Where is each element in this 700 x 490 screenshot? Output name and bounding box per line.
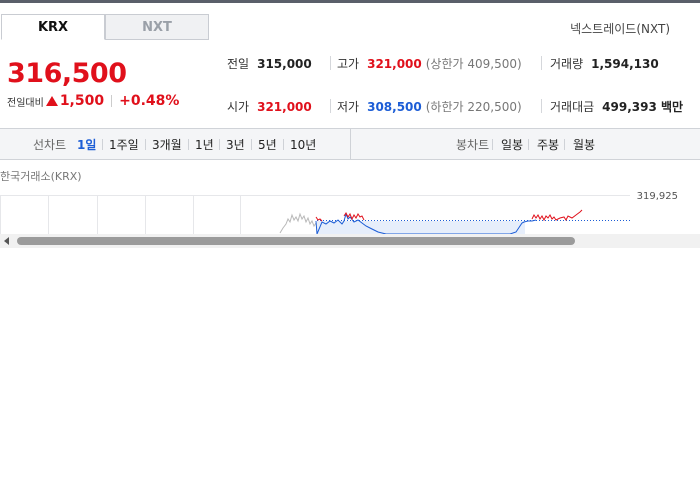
change-divider xyxy=(111,95,113,107)
toolbar-divider xyxy=(283,139,284,150)
stat-value: 315,000 xyxy=(257,57,312,71)
stat-low: 저가 308,500 (하한가 220,500) xyxy=(337,98,522,115)
line-chart-label: 선차트 xyxy=(33,138,67,152)
chart-scrollbar[interactable] xyxy=(0,234,700,248)
toolbar-divider xyxy=(564,139,565,150)
candle-daily[interactable]: 일봉 xyxy=(501,136,523,153)
toolbar-divider xyxy=(188,139,189,150)
stat-volume: 거래량 1,594,130 xyxy=(550,55,659,72)
period-5y[interactable]: 5년 xyxy=(258,136,277,153)
period-3y[interactable]: 3년 xyxy=(226,136,245,153)
period-1d[interactable]: 1일 xyxy=(77,136,96,153)
toolbar-section-divider xyxy=(350,129,351,159)
chart-gridlines xyxy=(0,195,630,234)
stat-label: 저가 xyxy=(337,100,360,114)
candle-monthly[interactable]: 월봉 xyxy=(573,136,595,153)
scroll-left-icon[interactable] xyxy=(4,237,9,245)
nxt-link[interactable]: 넥스트레이드(NXT) xyxy=(570,20,670,37)
stat-sub: (상한가 409,500) xyxy=(425,57,522,71)
stat-value: 1,594,130 xyxy=(591,57,659,71)
period-1y[interactable]: 1년 xyxy=(195,136,214,153)
period-1w[interactable]: 1주일 xyxy=(109,136,139,153)
stat-value: 499,393 백만 xyxy=(602,100,684,114)
stat-high: 고가 321,000 (상한가 409,500) xyxy=(337,55,522,72)
up-arrow-icon xyxy=(45,96,58,106)
stat-divider xyxy=(330,56,331,70)
stat-label: 거래대금 xyxy=(550,100,595,114)
period-10y[interactable]: 10년 xyxy=(290,136,316,153)
stat-open: 시가 321,000 xyxy=(227,98,312,115)
stat-label: 시가 xyxy=(227,100,250,114)
stat-value: 321,000 xyxy=(257,100,312,114)
stat-value: 321,000 xyxy=(367,57,422,71)
period-3m[interactable]: 3개월 xyxy=(152,136,182,153)
toolbar-divider xyxy=(251,139,252,150)
chart-toolbar: 선차트 1일 1주일 3개월 1년 3년 5년 10년 봉차트 일봉 주봉 월봉 xyxy=(0,128,700,160)
toolbar-divider xyxy=(102,139,103,150)
chart-below-fill xyxy=(317,221,525,234)
intraday-chart: 319,925 xyxy=(0,186,700,234)
toolbar-divider xyxy=(492,139,493,150)
change-amount: 1,500 xyxy=(59,93,105,109)
candle-chart-label: 봉차트 xyxy=(456,138,490,152)
y-top-label: 319,925 xyxy=(637,191,678,202)
chart-svg: 319,925 xyxy=(0,191,678,234)
toolbar-divider xyxy=(145,139,146,150)
stat-label: 거래량 xyxy=(550,57,584,71)
change-percent: +0.48% xyxy=(119,93,180,109)
toolbar-divider xyxy=(219,139,220,150)
stat-value: 308,500 xyxy=(367,100,422,114)
tab-nxt[interactable]: NXT xyxy=(105,14,209,40)
current-price: 316,500 xyxy=(7,58,127,89)
stat-divider xyxy=(541,56,542,70)
stat-prev-close: 전일 315,000 xyxy=(227,55,312,72)
stats-panel: 전일 315,000 고가 321,000 (상한가 409,500) 거래량 … xyxy=(209,44,700,128)
chart-caption: 한국거래소(KRX) xyxy=(0,170,82,183)
stat-sub: (하한가 220,500) xyxy=(425,100,522,114)
scrollbar-thumb[interactable] xyxy=(17,237,575,245)
top-border xyxy=(0,0,700,3)
change-label: 전일대비 xyxy=(7,97,44,109)
stat-amount: 거래대금 499,393 백만 xyxy=(550,98,683,115)
price-line-up-open xyxy=(315,216,323,222)
tab-krx[interactable]: KRX xyxy=(1,14,105,40)
stat-divider xyxy=(541,99,542,113)
stat-label: 고가 xyxy=(337,57,360,71)
toolbar-divider xyxy=(528,139,529,150)
stat-divider xyxy=(330,99,331,113)
price-line-up-close xyxy=(531,209,583,222)
stat-label: 전일 xyxy=(227,57,250,71)
pre-market-line xyxy=(279,212,317,234)
candle-weekly[interactable]: 주봉 xyxy=(537,136,559,153)
price-change-row: 전일대비 1,500 +0.48% xyxy=(7,93,179,109)
